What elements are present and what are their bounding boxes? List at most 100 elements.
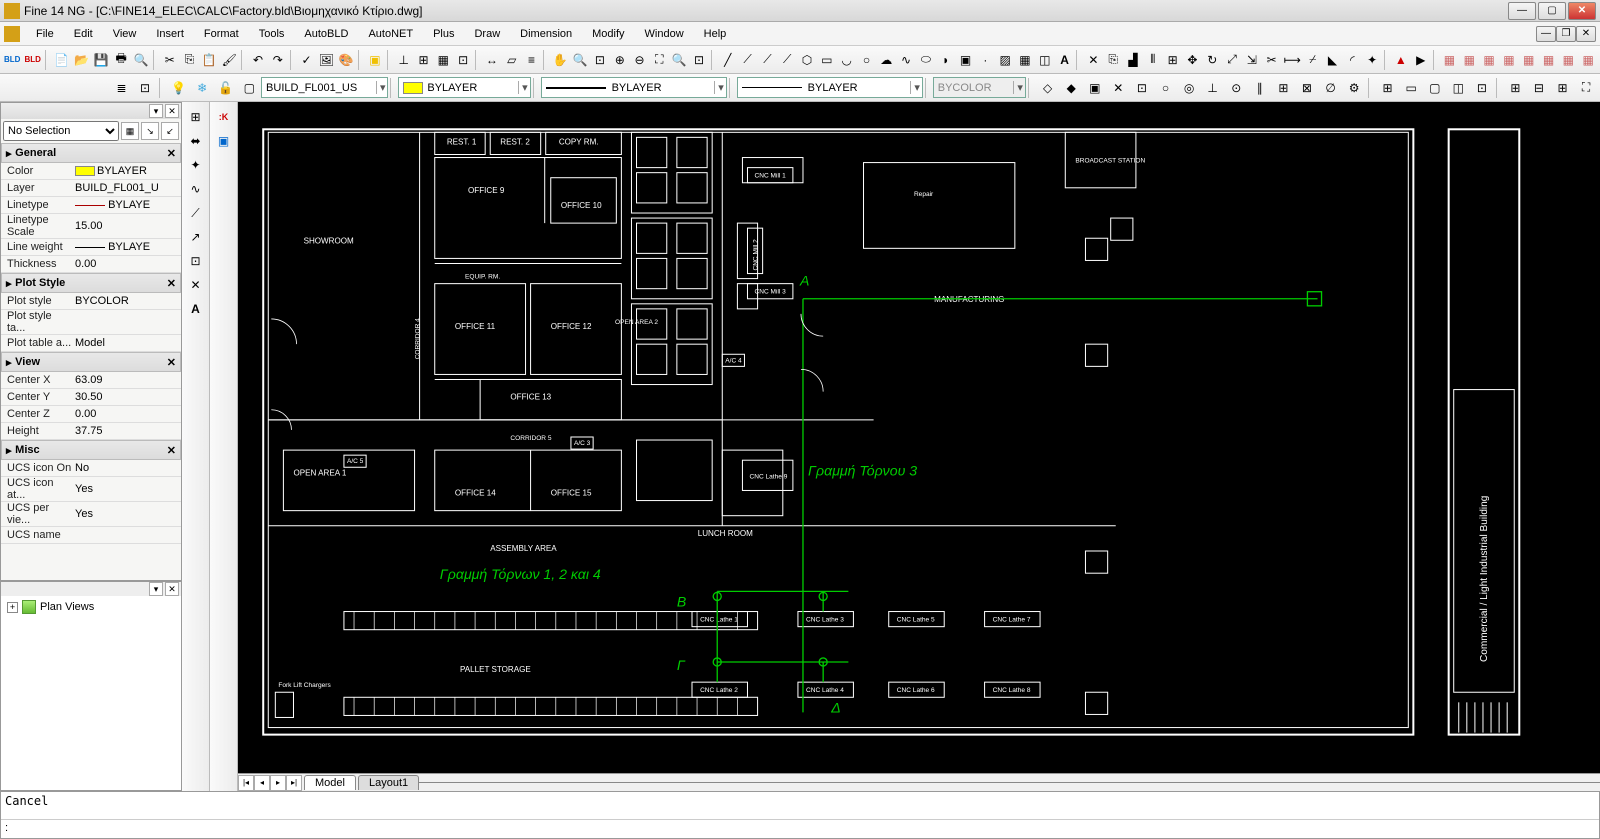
select-icon[interactable]: ▣: [366, 49, 384, 71]
bld-icon[interactable]: BLD: [3, 49, 21, 71]
v6-icon[interactable]: ↗: [185, 226, 207, 248]
clip-icon[interactable]: ⊡: [1471, 77, 1493, 99]
preview-icon[interactable]: 🔍: [132, 49, 150, 71]
dist-icon[interactable]: ↔: [483, 49, 501, 71]
osnap7-icon[interactable]: ◎: [1178, 77, 1200, 99]
mdi-restore-button[interactable]: ❐: [1556, 26, 1576, 42]
xline-icon[interactable]: ⟋: [739, 49, 757, 71]
maximize-button[interactable]: ▢: [1538, 2, 1566, 20]
region-icon[interactable]: ◫: [1036, 49, 1054, 71]
zoomwin-icon[interactable]: ⊡: [591, 49, 609, 71]
prop-plotatt-value[interactable]: Model: [73, 337, 181, 349]
tab-model[interactable]: Model: [304, 775, 356, 790]
open-icon[interactable]: 📂: [73, 49, 91, 71]
lock-icon[interactable]: 🔓: [215, 77, 237, 99]
vpv-icon[interactable]: ⊟: [1528, 77, 1550, 99]
layer-prev-icon[interactable]: ⊡: [134, 77, 156, 99]
tab-next-button[interactable]: ▸: [270, 775, 286, 791]
paste-icon[interactable]: 📋: [201, 49, 219, 71]
polyline-icon[interactable]: ⟋: [778, 49, 796, 71]
snap-icon[interactable]: ⊞: [415, 49, 433, 71]
prop-thickness-value[interactable]: 0.00: [73, 258, 181, 270]
osnap2-icon[interactable]: ◆: [1060, 77, 1082, 99]
image-icon[interactable]: 🖼: [317, 49, 335, 71]
line-icon[interactable]: ╱: [719, 49, 737, 71]
render-icon[interactable]: 🎨: [337, 49, 355, 71]
category-misc[interactable]: ▸ Misc✕: [1, 440, 181, 460]
vn-icon[interactable]: ▣: [213, 130, 235, 152]
copy-icon[interactable]: ⎘: [181, 49, 199, 71]
osnap6-icon[interactable]: ○: [1155, 77, 1177, 99]
minimize-button[interactable]: —: [1508, 2, 1536, 20]
close-button[interactable]: ✕: [1568, 2, 1596, 20]
triangle-icon[interactable]: ▲: [1392, 49, 1410, 71]
color-select[interactable]: BYLAYER ▾: [398, 77, 530, 98]
wall1-icon[interactable]: ▦: [1441, 49, 1459, 71]
stretch-icon[interactable]: ⇲: [1243, 49, 1261, 71]
menu-draw[interactable]: Draw: [464, 24, 510, 44]
grid-icon[interactable]: ▦: [434, 49, 452, 71]
osnap12-icon[interactable]: ⊠: [1296, 77, 1318, 99]
expand-icon[interactable]: +: [7, 602, 18, 613]
wall2-icon[interactable]: ▦: [1460, 49, 1478, 71]
v9-icon[interactable]: A: [185, 298, 207, 320]
wall3-icon[interactable]: ▦: [1480, 49, 1498, 71]
prop-plotstyle-value[interactable]: BYCOLOR: [73, 295, 181, 307]
mdi-close-button[interactable]: ✕: [1576, 26, 1596, 42]
save-icon[interactable]: 💾: [92, 49, 110, 71]
linetype-select[interactable]: BYLAYER ▾: [541, 77, 727, 98]
circle-icon[interactable]: ○: [858, 49, 876, 71]
osnap3-icon[interactable]: ▣: [1084, 77, 1106, 99]
ellipsearc-icon[interactable]: ◗: [937, 49, 955, 71]
vports-icon[interactable]: ⊞: [1377, 77, 1399, 99]
point-icon[interactable]: ·: [976, 49, 994, 71]
layers-icon[interactable]: ≣: [111, 77, 133, 99]
single-icon[interactable]: ▢: [1424, 77, 1446, 99]
named-icon[interactable]: ▭: [1400, 77, 1422, 99]
offset-icon[interactable]: ⫴: [1144, 49, 1162, 71]
mtext-icon[interactable]: A: [1056, 49, 1074, 71]
zoomext-icon[interactable]: ⛶: [650, 49, 668, 71]
pan-icon[interactable]: ✋: [551, 49, 569, 71]
prop-cy-value[interactable]: 30.50: [73, 391, 181, 403]
prop-ucsat-value[interactable]: Yes: [73, 483, 181, 495]
prop-ltscale-value[interactable]: 15.00: [73, 220, 181, 232]
new-icon[interactable]: 📄: [53, 49, 71, 71]
osnap-set-icon[interactable]: ⚙: [1343, 77, 1365, 99]
undo-icon[interactable]: ↶: [249, 49, 267, 71]
category-view[interactable]: ▸ View✕: [1, 352, 181, 372]
vpmax-icon[interactable]: ⛶: [1575, 77, 1597, 99]
selection-filter[interactable]: No Selection: [3, 121, 119, 141]
zoomin-icon[interactable]: ⊕: [611, 49, 629, 71]
vk-icon[interactable]: :K: [213, 106, 235, 128]
vp4-icon[interactable]: ⊞: [1552, 77, 1574, 99]
move-icon[interactable]: ✥: [1184, 49, 1202, 71]
category-plotstyle[interactable]: ▸ Plot Style✕: [1, 273, 181, 293]
osnap8-icon[interactable]: ⊥: [1202, 77, 1224, 99]
zoomall-icon[interactable]: ⊡: [690, 49, 708, 71]
zoomout-icon[interactable]: ⊖: [631, 49, 649, 71]
match-icon[interactable]: 🖌: [220, 49, 238, 71]
menu-edit[interactable]: Edit: [64, 24, 103, 44]
prop-ucson-value[interactable]: No: [73, 462, 181, 474]
osnap1-icon[interactable]: ◇: [1037, 77, 1059, 99]
print-icon[interactable]: 🖶: [112, 49, 130, 71]
rtzoom-icon[interactable]: 🔍: [571, 49, 589, 71]
tree-close-icon[interactable]: ✕: [165, 582, 179, 596]
v5-icon[interactable]: ⟋: [185, 202, 207, 224]
command-input[interactable]: [15, 822, 1595, 836]
erase-icon[interactable]: ✕: [1084, 49, 1102, 71]
osnap9-icon[interactable]: ⊙: [1225, 77, 1247, 99]
layer-select[interactable]: BUILD_FL001_US ▾: [261, 77, 388, 98]
prop-height-value[interactable]: 37.75: [73, 425, 181, 437]
v7-icon[interactable]: ⊡: [185, 250, 207, 272]
prop-cx-value[interactable]: 63.09: [73, 374, 181, 386]
area-icon[interactable]: ▱: [503, 49, 521, 71]
menu-modify[interactable]: Modify: [582, 24, 634, 44]
trim-icon[interactable]: ✂: [1263, 49, 1281, 71]
freeze-icon[interactable]: ❄: [191, 77, 213, 99]
prop-ucspv-value[interactable]: Yes: [73, 508, 181, 520]
polygon-icon[interactable]: ⬡: [798, 49, 816, 71]
fillet-icon[interactable]: ◜: [1343, 49, 1361, 71]
bulb-icon[interactable]: 💡: [168, 77, 190, 99]
